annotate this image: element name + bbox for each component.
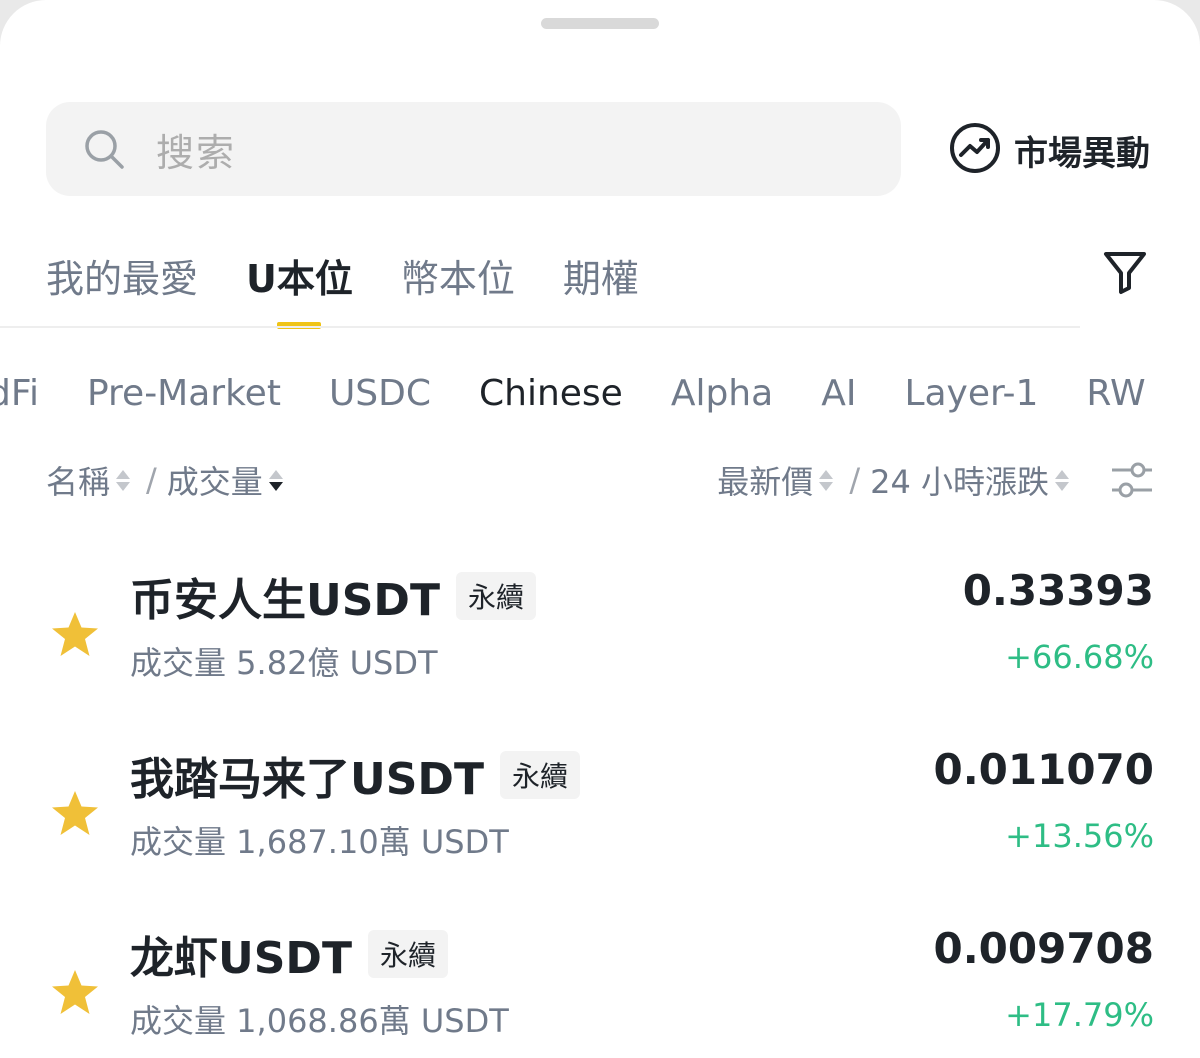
chip-usdc[interactable]: USDC <box>329 373 431 414</box>
chip-alpha[interactable]: Alpha <box>671 373 773 414</box>
sort-change-icon[interactable] <box>1055 469 1069 491</box>
tab-favorites[interactable]: 我的最愛 <box>46 248 198 303</box>
market-row[interactable]: 我踏马来了USDT 永續 成交量 1,687.10萬 USDT 0.011070… <box>0 739 1200 889</box>
change-24h: +17.79% <box>1005 996 1154 1034</box>
chip-pre-market[interactable]: Pre-Market <box>87 373 281 414</box>
market-sheet: 搜索 市場異動 我的最愛 U本位 幣本位 期權 dFi Pre-Market U… <box>0 0 1200 1058</box>
perpetual-badge: 永續 <box>455 572 536 620</box>
column-header-right: 最新價 / 24 小時漲跌 <box>717 455 1075 505</box>
filter-icon[interactable] <box>1100 246 1150 296</box>
market-row[interactable]: 币安人生USDT 永續 成交量 5.82億 USDT 0.33393 +66.6… <box>0 560 1200 710</box>
column-separator: / <box>849 461 861 499</box>
sort-change-button[interactable]: 24 小時漲跌 <box>870 457 1049 503</box>
perpetual-badge: 永續 <box>367 930 448 978</box>
category-chips: dFi Pre-Market USDC Chinese Alpha AI Lay… <box>0 365 1194 421</box>
tabs-divider <box>0 326 1080 328</box>
chip-ai[interactable]: AI <box>821 373 856 414</box>
symbol-name: 龙虾USDT 永續 <box>130 922 448 986</box>
drag-handle[interactable] <box>541 18 659 29</box>
sort-price-button[interactable]: 最新價 <box>717 457 813 503</box>
star-icon[interactable] <box>48 608 102 662</box>
market-move-label: 市場異動 <box>1014 133 1150 174</box>
sort-name-icon[interactable] <box>116 469 131 491</box>
sort-volume-button[interactable]: 成交量 <box>167 457 263 503</box>
volume-text: 成交量 1,687.10萬 USDT <box>130 823 509 861</box>
perpetual-badge: 永續 <box>499 751 580 799</box>
sort-name-button[interactable]: 名稱 <box>46 457 110 503</box>
tab-coin-margined[interactable]: 幣本位 <box>401 248 515 303</box>
tab-options[interactable]: 期權 <box>563 248 639 303</box>
symbol-name: 币安人生USDT 永續 <box>130 564 536 628</box>
main-tabs: 我的最愛 U本位 幣本位 期權 <box>46 245 687 329</box>
search-icon <box>82 127 126 171</box>
trend-up-icon <box>948 121 1002 179</box>
symbol-label: 币安人生USDT <box>130 575 440 626</box>
chip-rw[interactable]: RW <box>1086 373 1145 414</box>
column-separator: / <box>146 461 157 499</box>
star-icon[interactable] <box>48 966 102 1020</box>
column-header-left: 名稱 / 成交量 <box>46 455 289 505</box>
chip-dfi[interactable]: dFi <box>0 373 39 414</box>
search-placeholder: 搜索 <box>156 130 237 175</box>
last-price: 0.009708 <box>933 924 1154 973</box>
symbol-label: 我踏马来了USDT <box>130 754 484 805</box>
market-move-button[interactable]: 市場異動 <box>948 122 1150 178</box>
sort-volume-icon[interactable] <box>268 469 283 491</box>
volume-text: 成交量 5.82億 USDT <box>130 644 438 682</box>
star-icon[interactable] <box>48 787 102 841</box>
symbol-label: 龙虾USDT <box>130 933 352 984</box>
chip-layer-1[interactable]: Layer-1 <box>904 373 1038 414</box>
symbol-name: 我踏马来了USDT 永續 <box>130 743 580 807</box>
chip-chinese[interactable]: Chinese <box>479 373 623 414</box>
volume-text: 成交量 1,068.86萬 USDT <box>130 1002 509 1040</box>
search-bar[interactable]: 搜索 <box>46 102 901 196</box>
last-price: 0.011070 <box>933 745 1154 794</box>
tab-usdt-margined[interactable]: U本位 <box>246 248 353 329</box>
market-row[interactable]: 龙虾USDT 永續 成交量 1,068.86萬 USDT 0.009708 +1… <box>0 918 1200 1058</box>
last-price: 0.33393 <box>962 566 1154 615</box>
sort-price-icon[interactable] <box>819 469 834 491</box>
change-24h: +13.56% <box>1005 817 1154 855</box>
change-24h: +66.68% <box>1005 638 1154 676</box>
settings-sliders-icon[interactable] <box>1110 460 1154 500</box>
